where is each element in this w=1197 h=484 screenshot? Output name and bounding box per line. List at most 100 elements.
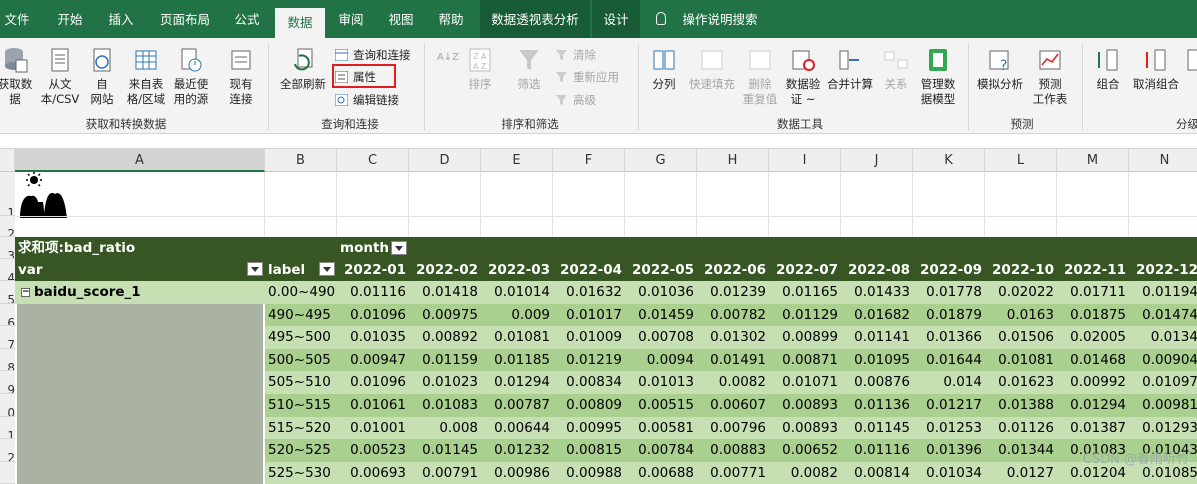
- row-header[interactable]: 0: [0, 394, 15, 417]
- value-cell[interactable]: 0.00904: [1129, 348, 1197, 372]
- value-cell[interactable]: 0.01096: [337, 303, 409, 327]
- row-header[interactable]: 9: [0, 371, 15, 394]
- value-cell[interactable]: 0.01013: [625, 371, 697, 394]
- row-label[interactable]: 500~505: [265, 348, 337, 372]
- value-cell[interactable]: 0.01682: [841, 303, 913, 327]
- row-label[interactable]: 495~500: [265, 326, 337, 349]
- value-cell[interactable]: 0.01014: [481, 281, 553, 304]
- row-header[interactable]: 1: [0, 172, 15, 216]
- text-to-columns-button[interactable]: 分列: [646, 46, 682, 92]
- filter-button[interactable]: 筛选: [510, 46, 548, 92]
- ungroup-button[interactable]: 取消组合: [1128, 46, 1184, 92]
- value-cell[interactable]: 0.00809: [553, 394, 625, 417]
- month-header[interactable]: 2022-06: [697, 259, 769, 281]
- label-filter-dropdown[interactable]: [319, 262, 335, 276]
- value-cell[interactable]: 0.01459: [625, 303, 697, 327]
- column-header-N[interactable]: N: [1129, 149, 1197, 172]
- value-cell[interactable]: 0.00899: [769, 326, 841, 349]
- value-cell[interactable]: 0.0094: [625, 348, 697, 372]
- tab-5[interactable]: 数据: [275, 8, 325, 38]
- value-cell[interactable]: 0.01388: [985, 394, 1057, 417]
- value-cell[interactable]: 0.01232: [481, 439, 553, 462]
- row-header[interactable]: 4: [0, 259, 15, 281]
- row-label[interactable]: 505~510: [265, 371, 337, 394]
- from-csv-button[interactable]: 从文 本/CSV: [38, 46, 82, 107]
- month-header[interactable]: 2022-12: [1129, 259, 1197, 281]
- value-cell[interactable]: 0.01097: [1129, 371, 1197, 394]
- value-cell[interactable]: 0.01293: [1129, 416, 1197, 440]
- consolidate-button[interactable]: 合并计算: [824, 46, 876, 92]
- value-cell[interactable]: 0.01001: [337, 416, 409, 440]
- value-cell[interactable]: 0.01294: [481, 371, 553, 394]
- value-cell[interactable]: 0.01302: [697, 326, 769, 349]
- value-cell[interactable]: 0.01061: [337, 394, 409, 417]
- value-cell[interactable]: 0.01644: [913, 348, 985, 372]
- value-cell[interactable]: 0.01145: [409, 439, 481, 462]
- value-cell[interactable]: 0.00947: [337, 348, 409, 372]
- value-cell[interactable]: 0.00893: [769, 394, 841, 417]
- value-cell[interactable]: 0.01387: [1057, 416, 1129, 440]
- get-data-button[interactable]: 获取数 据: [0, 46, 36, 107]
- tab-9[interactable]: 数据透视表分析: [480, 0, 590, 38]
- row-label[interactable]: 510~515: [265, 394, 337, 417]
- column-header-G[interactable]: G: [625, 149, 697, 172]
- value-cell[interactable]: 0.00581: [625, 416, 697, 440]
- column-header-M[interactable]: M: [1057, 149, 1129, 172]
- value-cell[interactable]: 0.01159: [409, 348, 481, 372]
- value-cell[interactable]: 0.01217: [913, 394, 985, 417]
- var-filter-dropdown[interactable]: [247, 262, 263, 276]
- value-cell[interactable]: 0.00995: [553, 416, 625, 440]
- value-cell[interactable]: 0.01344: [985, 439, 1057, 462]
- reapply-button[interactable]: 重新应用: [555, 68, 619, 86]
- sort-az-button[interactable]: A↓Z: [436, 50, 460, 65]
- value-cell[interactable]: 0.01141: [841, 326, 913, 349]
- value-cell[interactable]: 0.01165: [769, 281, 841, 304]
- value-cell[interactable]: 0.00975: [409, 303, 481, 327]
- value-cell[interactable]: 0.00892: [409, 326, 481, 349]
- clear-button[interactable]: 清除: [555, 46, 596, 64]
- column-header-C[interactable]: C: [337, 149, 409, 172]
- row-header[interactable]: 2: [0, 439, 15, 462]
- value-cell[interactable]: 0.01116: [337, 281, 409, 304]
- value-cell[interactable]: 0.01623: [985, 371, 1057, 394]
- what-if-button[interactable]: ? 模拟分析: [974, 46, 1026, 92]
- value-cell[interactable]: 0.01095: [841, 348, 913, 372]
- edit-links-button[interactable]: 编辑链接: [335, 91, 399, 109]
- month-header[interactable]: 2022-07: [769, 259, 841, 281]
- value-cell[interactable]: 0.00515: [625, 394, 697, 417]
- pivot-month-field-label[interactable]: month: [337, 237, 1197, 259]
- pivot-value-field-label[interactable]: 求和项:bad_ratio: [15, 237, 265, 259]
- column-header-F[interactable]: F: [553, 149, 625, 172]
- tab-10[interactable]: 设计: [592, 0, 640, 38]
- value-cell[interactable]: 0.01036: [625, 281, 697, 304]
- existing-connections-button[interactable]: 现有 连接: [222, 46, 260, 107]
- value-cell[interactable]: 0.0163: [985, 303, 1057, 327]
- month-header[interactable]: 2022-10: [985, 259, 1057, 281]
- value-cell[interactable]: 0.01194: [1129, 281, 1197, 304]
- tab-7[interactable]: 视图: [380, 0, 422, 38]
- value-cell[interactable]: 0.02005: [1057, 326, 1129, 349]
- value-cell[interactable]: 0.01474: [1129, 303, 1197, 327]
- value-cell[interactable]: 0.00893: [769, 416, 841, 440]
- month-header[interactable]: 2022-08: [841, 259, 913, 281]
- month-header[interactable]: 2022-11: [1057, 259, 1129, 281]
- month-header[interactable]: 2022-01: [337, 259, 409, 281]
- row-header[interactable]: 2: [0, 216, 15, 237]
- value-cell[interactable]: 0.02022: [985, 281, 1057, 304]
- value-cell[interactable]: 0.01294: [1057, 394, 1129, 417]
- tab-11[interactable]: 操作说明搜索: [655, 0, 765, 38]
- value-cell[interactable]: 0.0082: [697, 371, 769, 394]
- column-header-K[interactable]: K: [913, 149, 985, 172]
- column-header-H[interactable]: H: [697, 149, 769, 172]
- value-cell[interactable]: 0.01506: [985, 326, 1057, 349]
- value-cell[interactable]: 0.01491: [697, 348, 769, 372]
- value-cell[interactable]: 0.01081: [985, 348, 1057, 372]
- value-cell[interactable]: 0.00876: [841, 371, 913, 394]
- advanced-button[interactable]: 高级: [555, 91, 596, 109]
- tab-4[interactable]: 公式: [226, 0, 268, 38]
- collapse-icon[interactable]: −: [21, 287, 30, 297]
- sort-button[interactable]: Z AA Z 排序: [462, 46, 498, 92]
- value-cell[interactable]: 0.00834: [553, 371, 625, 394]
- row-label[interactable]: 490~495: [265, 303, 337, 327]
- row-header[interactable]: 3: [0, 237, 15, 259]
